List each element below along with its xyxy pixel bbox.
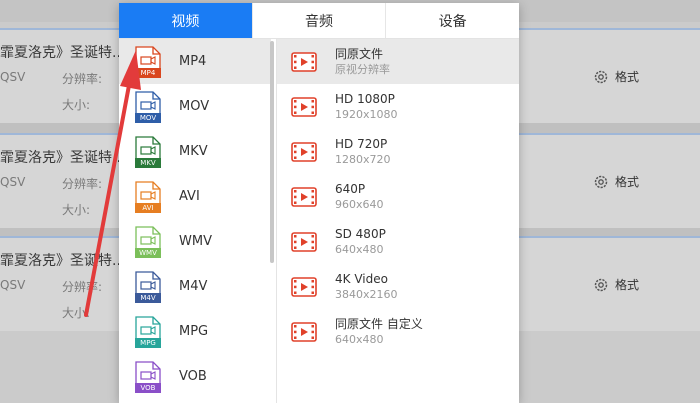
tab-video[interactable]: 视频 (119, 3, 253, 38)
gear-icon (594, 278, 608, 291)
resolution-label: 分辨率: (62, 280, 103, 294)
resolution-size: 原视分辨率 (335, 62, 390, 76)
format-item-wmv[interactable]: WMV WMV (119, 219, 271, 264)
resolution-item[interactable]: 640P 960x640 (277, 174, 519, 219)
file-wmv-icon: WMV (135, 225, 161, 258)
format-item-mkv[interactable]: MKV MKV (119, 129, 271, 174)
resolution-text: 640P 960x640 (335, 181, 384, 213)
resolution-text: HD 720P 1280x720 (335, 136, 391, 168)
resolution-label: 分辨率: (62, 177, 103, 191)
gear-icon (594, 70, 608, 83)
file-m4v-icon: M4V (135, 270, 161, 303)
resolution-item[interactable]: HD 1080P 1920x1080 (277, 84, 519, 129)
video-film-icon (291, 141, 317, 162)
gear-icon (594, 175, 608, 188)
resolution-name: 同原文件 (335, 46, 384, 61)
resolution-item[interactable]: 同原文件 自定义 640x480 (277, 309, 519, 354)
resolution-size: 1920x1080 (335, 107, 398, 121)
resolution-name: 同原文件 自定义 (335, 316, 423, 331)
file-mov-icon: MOV (135, 90, 161, 123)
format-item-mov[interactable]: MOV MOV (119, 84, 271, 129)
resolution-name: HD 1080P (335, 91, 395, 106)
format-list-scrollbar[interactable] (270, 41, 274, 263)
video-film-icon (291, 96, 317, 117)
video-film-icon (291, 186, 317, 207)
format-label: WMV (179, 234, 212, 249)
format-label: 格式 (615, 175, 640, 189)
resolution-name: 640P (335, 181, 366, 196)
size-label: 大小: (62, 98, 91, 112)
resolution-text: SD 480P 640x480 (335, 226, 386, 258)
format-item-avi[interactable]: AVI AVI (119, 174, 271, 219)
file-avi-icon: AVI (135, 180, 161, 213)
format-tabs: 视频 音频 设备 (119, 3, 519, 39)
file-mkv-icon: MKV (135, 135, 161, 168)
file-codec: QSV (0, 175, 26, 189)
format-label: MPG (179, 324, 209, 339)
format-tag: MP4 (140, 68, 156, 77)
format-label: VOB (179, 369, 207, 384)
format-tag: AVI (142, 203, 154, 212)
format-item-mpg[interactable]: MPG MPG (119, 309, 271, 354)
resolution-size: 960x640 (335, 197, 384, 211)
resolution-size: 1280x720 (335, 152, 391, 166)
format-label: 格式 (615, 70, 640, 84)
video-film-icon (291, 231, 317, 252)
file-mp4-icon: MP4 (135, 45, 161, 78)
resolution-text: 同原文件 原视分辨率 (335, 46, 390, 78)
format-item-mp4[interactable]: MP4 MP4 (119, 39, 271, 84)
format-button[interactable]: 格式 (593, 276, 639, 293)
format-tag: MKV (140, 158, 156, 167)
file-mpg-icon: MPG (135, 315, 161, 348)
format-list: MP4 MP4 MOV MOV MKV MKV AVI AVI WMV WMV M4V M4V MPG M… (119, 39, 271, 403)
format-tag: VOB (140, 383, 156, 392)
format-label: M4V (179, 279, 208, 294)
resolution-name: HD 720P (335, 136, 388, 151)
size-label: 大小: (62, 306, 91, 320)
file-codec: QSV (0, 278, 26, 292)
format-tag: M4V (140, 293, 156, 302)
format-button[interactable]: 格式 (593, 68, 639, 85)
format-label: MOV (179, 99, 210, 114)
resolution-list: 同原文件 原视分辨率 HD 1080P 1920x1080 HD 720P 1280x72… (277, 39, 519, 403)
format-item-vob[interactable]: VOB VOB (119, 354, 271, 399)
resolution-name: 4K Video (335, 271, 388, 286)
tab-device[interactable]: 设备 (386, 3, 519, 38)
size-label: 大小: (62, 203, 91, 217)
resolution-item[interactable]: 4K Video 3840x2160 (277, 264, 519, 309)
resolution-label: 分辨率: (62, 72, 103, 86)
resolution-item[interactable]: SD 480P 640x480 (277, 219, 519, 264)
video-film-icon (291, 276, 317, 297)
resolution-text: 同原文件 自定义 640x480 (335, 316, 423, 348)
video-film-icon (291, 321, 317, 342)
resolution-text: HD 1080P 1920x1080 (335, 91, 398, 123)
resolution-size: 3840x2160 (335, 287, 398, 301)
format-label: AVI (179, 189, 200, 204)
format-popup: 视频 音频 设备 MP4 MP4 MOV MOV MKV MKV AVI AVI WMV WMV M… (119, 3, 519, 403)
file-codec: QSV (0, 70, 26, 84)
tab-audio[interactable]: 音频 (252, 3, 387, 38)
video-film-icon (291, 51, 317, 72)
format-item-m4v[interactable]: M4V M4V (119, 264, 271, 309)
format-label: 格式 (615, 278, 640, 292)
resolution-name: SD 480P (335, 226, 386, 241)
resolution-item[interactable]: HD 720P 1280x720 (277, 129, 519, 174)
format-label: MKV (179, 144, 208, 159)
format-tag: MPG (140, 338, 156, 347)
format-button[interactable]: 格式 (593, 173, 639, 190)
resolution-item[interactable]: 同原文件 原视分辨率 (277, 39, 519, 84)
file-vob-icon: VOB (135, 360, 161, 393)
resolution-size: 640x480 (335, 332, 384, 346)
resolution-size: 640x480 (335, 242, 384, 256)
format-label: MP4 (179, 54, 207, 69)
format-tag: MOV (139, 113, 157, 122)
format-tag: WMV (139, 248, 157, 257)
resolution-text: 4K Video 3840x2160 (335, 271, 398, 303)
